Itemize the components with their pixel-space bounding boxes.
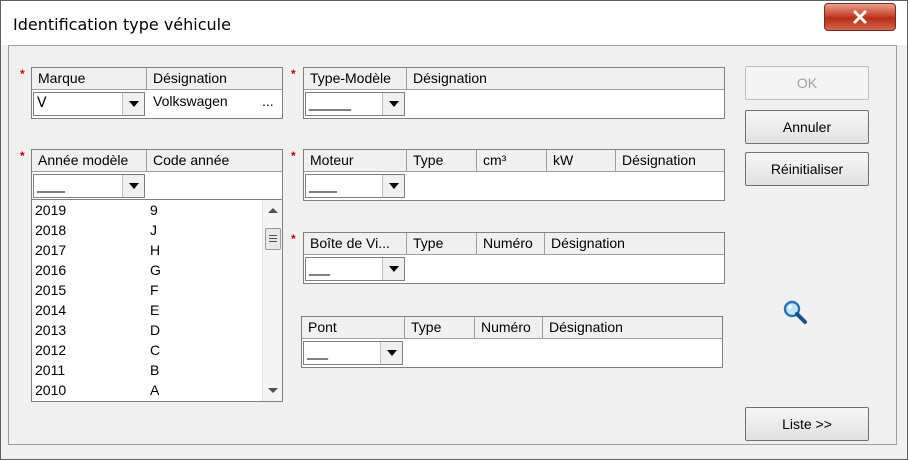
list-button[interactable]: Liste >> xyxy=(745,407,869,441)
annee-group: Année modèle Code année ____ xyxy=(31,149,283,201)
header-pont: Pont xyxy=(302,317,405,339)
list-item[interactable]: 2018 J xyxy=(32,220,262,240)
required-marker-marque: * xyxy=(20,67,25,81)
header-moteur-cm3: cm³ xyxy=(477,150,547,172)
header-moteur-kw: kW xyxy=(547,150,616,172)
chevron-down-icon[interactable] xyxy=(122,93,144,115)
list-item[interactable]: 2016 G xyxy=(32,260,262,280)
annee-combo[interactable]: ____ xyxy=(33,174,145,198)
pont-combo-value: ___ xyxy=(307,344,328,360)
scroll-up-icon[interactable] xyxy=(268,208,278,213)
marque-combo[interactable]: V xyxy=(33,92,145,116)
type-modele-combo[interactable]: ______ xyxy=(305,92,405,116)
boite-combo-value: ___ xyxy=(309,260,330,276)
list-item[interactable]: 2017 H xyxy=(32,240,262,260)
boite-group: Boîte de Vi... Type Numéro Désignation _… xyxy=(303,232,725,284)
list-item[interactable]: 2011 B xyxy=(32,360,262,380)
cancel-button[interactable]: Annuler xyxy=(745,110,869,144)
header-pont-numero: Numéro xyxy=(475,317,543,339)
close-button[interactable] xyxy=(824,3,896,31)
header-type-modele: Type-Modèle xyxy=(304,68,407,90)
header-pont-designation: Désignation xyxy=(543,317,722,339)
header-marque: Marque xyxy=(32,68,147,90)
chevron-down-icon[interactable] xyxy=(382,93,404,115)
header-pont-type: Type xyxy=(405,317,475,339)
ok-button[interactable]: OK xyxy=(745,66,869,100)
annee-dropdown-list[interactable]: 2019 9 2018 J 2017 H 2016 G 2015 F 2014 E 2013… xyxy=(31,199,283,402)
header-boite: Boîte de Vi... xyxy=(304,233,407,255)
marque-ellipsis: ... xyxy=(262,93,274,109)
list-scrollbar[interactable] xyxy=(262,200,282,401)
header-moteur-type: Type xyxy=(407,150,477,172)
header-boite-numero: Numéro xyxy=(477,233,545,255)
dialog-window: Identification type véhicule * Marque Dé… xyxy=(0,0,908,460)
moteur-group: Moteur Type cm³ kW Désignation ____ xyxy=(303,149,725,201)
list-item[interactable]: 2012 C xyxy=(32,340,262,360)
header-type-modele-designation: Désignation xyxy=(407,68,724,90)
magnifier-icon[interactable] xyxy=(782,299,808,325)
list-item[interactable]: 2013 D xyxy=(32,320,262,340)
title-bar: Identification type véhicule xyxy=(1,1,907,45)
chevron-down-icon[interactable] xyxy=(380,342,402,364)
type-modele-combo-value: ______ xyxy=(309,95,351,111)
close-x-icon xyxy=(853,10,867,24)
type-modele-group: Type-Modèle Désignation ______ xyxy=(303,67,725,119)
list-item[interactable]: 2019 9 xyxy=(32,200,262,220)
chevron-down-icon[interactable] xyxy=(382,175,404,197)
window-title: Identification type véhicule xyxy=(13,15,231,34)
header-boite-type: Type xyxy=(407,233,477,255)
annee-combo-value: ____ xyxy=(37,177,65,193)
reset-button[interactable]: Réinitialiser xyxy=(745,152,869,186)
required-marker-moteur: * xyxy=(291,149,296,163)
header-code-annee: Code année xyxy=(147,150,282,172)
header-moteur: Moteur xyxy=(304,150,407,172)
required-marker-type-modele: * xyxy=(291,67,296,81)
scroll-down-icon[interactable] xyxy=(268,388,278,393)
header-annee-modele: Année modèle xyxy=(32,150,147,172)
marque-combo-value: V xyxy=(37,95,47,111)
pont-group: Pont Type Numéro Désignation ___ xyxy=(301,316,723,368)
list-item[interactable]: 2015 F xyxy=(32,280,262,300)
header-moteur-designation: Désignation xyxy=(616,150,724,172)
marque-group: Marque Désignation V Volkswagen ... xyxy=(31,67,283,119)
chevron-down-icon[interactable] xyxy=(122,175,144,197)
marque-designation-value: Volkswagen xyxy=(153,93,228,109)
chevron-down-icon[interactable] xyxy=(382,258,404,280)
scroll-thumb[interactable] xyxy=(265,228,281,250)
header-marque-designation: Désignation xyxy=(147,68,282,90)
moteur-combo[interactable]: ____ xyxy=(305,174,405,198)
list-item[interactable]: 2010 A xyxy=(32,380,262,400)
required-marker-annee: * xyxy=(20,149,25,163)
moteur-combo-value: ____ xyxy=(309,177,337,193)
pont-combo[interactable]: ___ xyxy=(303,341,403,365)
required-marker-boite: * xyxy=(291,232,296,246)
boite-combo[interactable]: ___ xyxy=(305,257,405,281)
header-boite-designation: Désignation xyxy=(545,233,724,255)
list-item[interactable]: 2014 E xyxy=(32,300,262,320)
